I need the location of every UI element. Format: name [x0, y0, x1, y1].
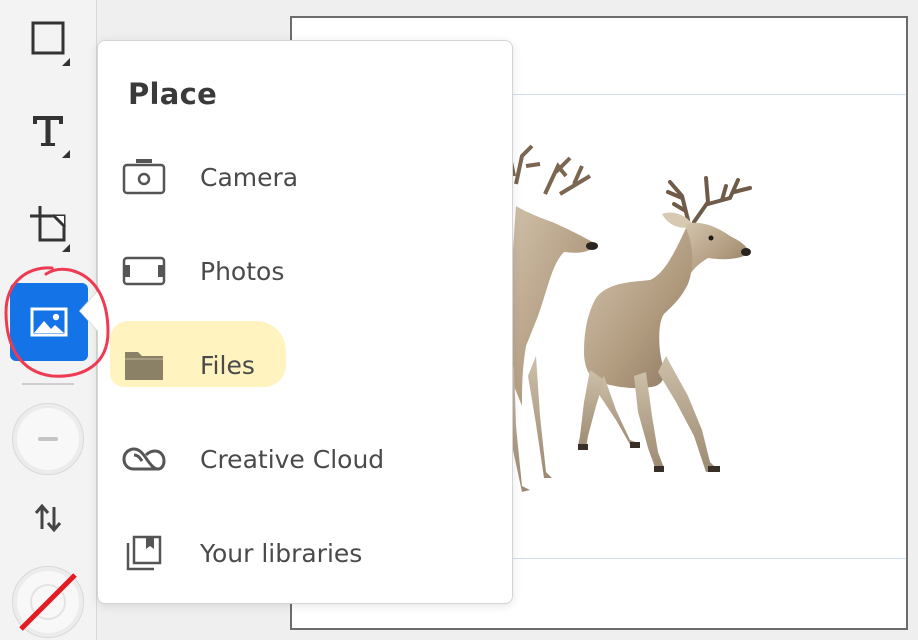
- photos-icon: [122, 249, 166, 293]
- rectangle-icon: [31, 21, 65, 55]
- menu-item-your-libraries[interactable]: Your libraries: [98, 513, 512, 593]
- folder-icon: [122, 343, 166, 387]
- frame-tool[interactable]: [10, 186, 86, 262]
- text-tool[interactable]: [10, 92, 86, 168]
- text-icon: [33, 116, 63, 146]
- creative-cloud-icon: [122, 437, 166, 481]
- fill-color-button[interactable]: [12, 566, 84, 638]
- camera-icon: [122, 155, 166, 199]
- swap-icon: [34, 503, 62, 533]
- libraries-icon: [122, 531, 166, 575]
- menu-item-camera[interactable]: Camera: [98, 137, 512, 217]
- tool-options-indicator: [62, 244, 70, 252]
- stroke-width-button[interactable]: [12, 403, 84, 475]
- no-fill-icon: [19, 573, 77, 631]
- popover-pointer: [80, 291, 98, 331]
- place-popover: Place Camera Photos Files Creative Cloud…: [80, 40, 513, 604]
- toolbar-divider: [22, 383, 74, 385]
- menu-item-label: Your libraries: [200, 538, 363, 568]
- image-tool[interactable]: [10, 284, 88, 360]
- menu-item-label: Camera: [200, 162, 299, 192]
- rectangle-tool[interactable]: [10, 0, 86, 76]
- menu-item-label: Files: [200, 350, 255, 380]
- image-icon: [30, 307, 68, 337]
- swap-fill-stroke-button[interactable]: [10, 480, 86, 556]
- tool-options-indicator: [62, 150, 70, 158]
- tool-options-indicator: [62, 58, 70, 66]
- front-deer: [578, 176, 752, 472]
- menu-item-label: Photos: [200, 256, 285, 286]
- menu-item-photos[interactable]: Photos: [98, 231, 512, 311]
- frame-icon: [30, 206, 67, 242]
- menu-item-files[interactable]: Files: [98, 325, 512, 405]
- stroke-width-icon: [38, 437, 58, 441]
- menu-item-label: Creative Cloud: [200, 444, 385, 474]
- popover-title: Place: [128, 77, 218, 111]
- menu-item-creative-cloud[interactable]: Creative Cloud: [98, 419, 512, 499]
